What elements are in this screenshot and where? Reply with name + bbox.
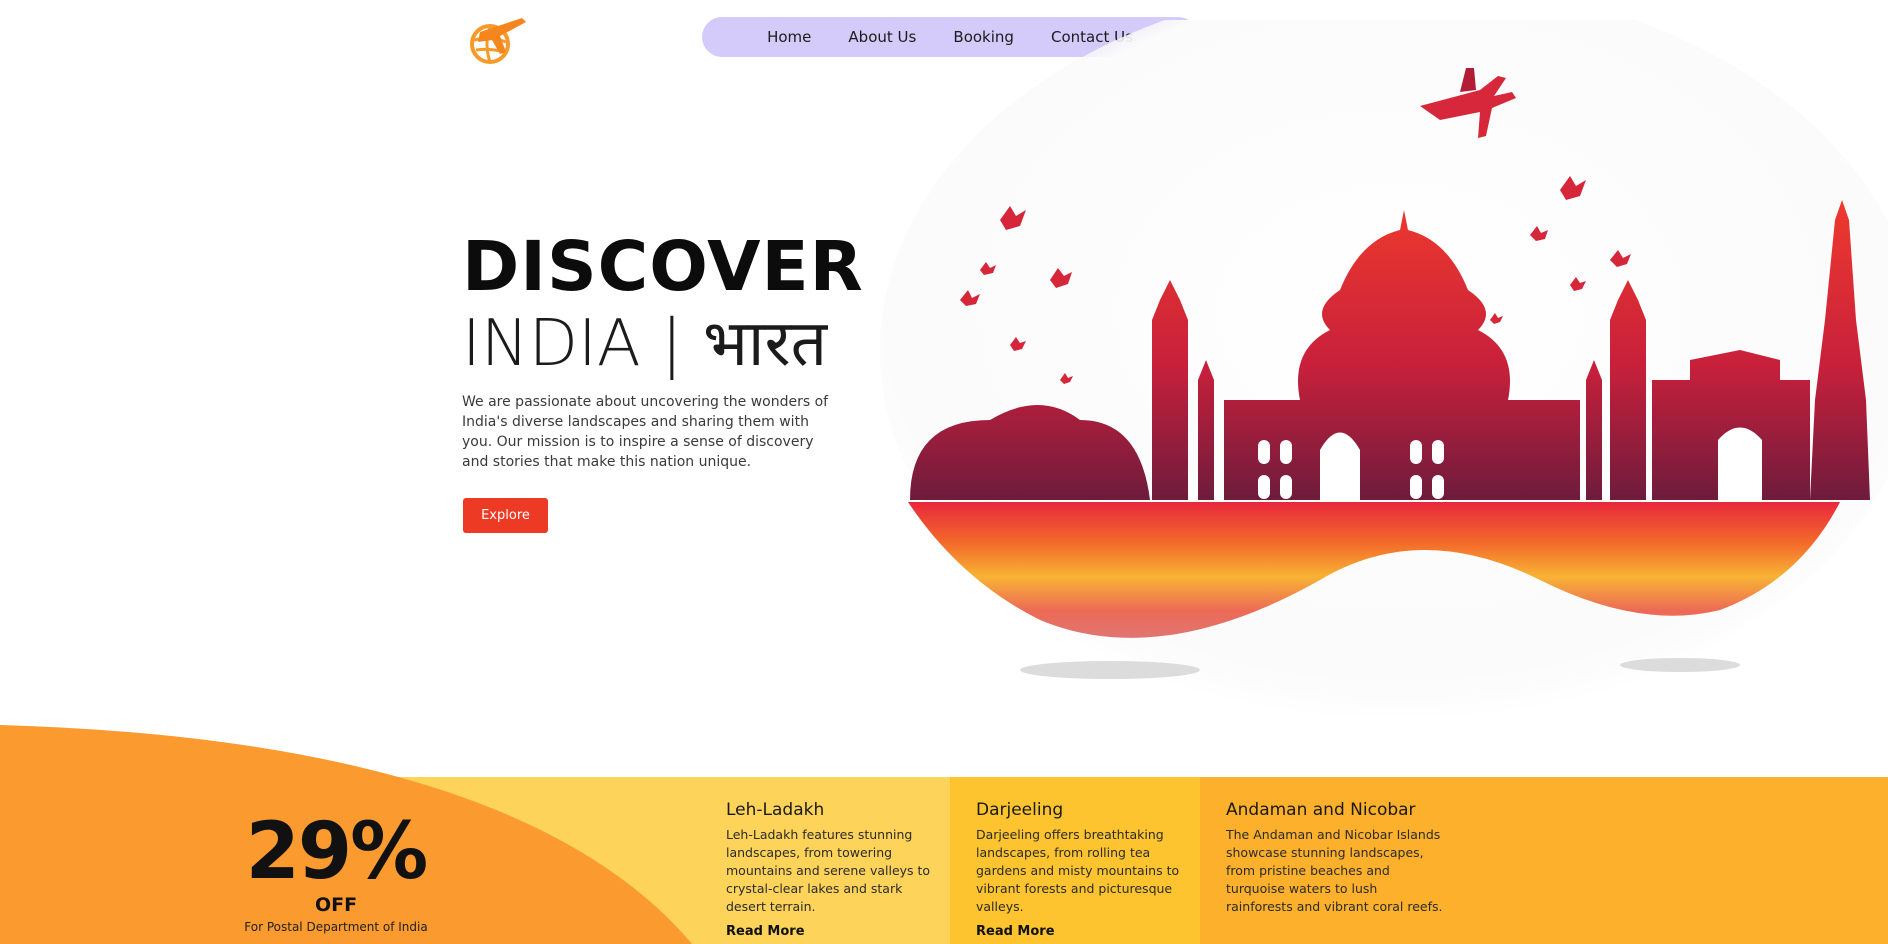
explore-button[interactable]: Explore [463, 498, 548, 533]
destination-description: Leh-Ladakh features stunning landscapes,… [726, 827, 931, 914]
hero-title-line1: DISCOVER [462, 227, 864, 307]
destination-description: Darjeeling offers breathtaking landscape… [976, 827, 1180, 914]
read-more-link[interactable]: Read More [976, 924, 1196, 939]
hero-title-line2: INDIA | भारत [462, 307, 828, 381]
destination-title: Leh-Ladakh [726, 800, 825, 820]
hero-description: We are passionate about uncovering the w… [462, 394, 829, 470]
read-more-link[interactable]: Read More [726, 924, 946, 939]
discount-note: For Postal Department of India [244, 920, 428, 934]
hero-title: DISCOVER INDIA | भारत [462, 230, 864, 384]
destination-card-leh-ladakh: Leh-Ladakh Leh-Ladakh features stunning … [726, 800, 946, 939]
destination-card-andaman-nicobar: Andaman and Nicobar The Andaman and Nico… [1226, 800, 1446, 916]
nav-home[interactable]: Home [767, 28, 811, 46]
india-monuments-illustration [880, 20, 1888, 720]
destination-description: The Andaman and Nicobar Islands showcase… [1226, 827, 1443, 914]
discount-block: 29% OFF For Postal Department of India [220, 810, 452, 934]
discount-percent: 29% [245, 807, 429, 897]
destination-title: Andaman and Nicobar [1226, 800, 1416, 820]
discount-off-label: OFF [314, 894, 358, 916]
plane-globe-logo-icon[interactable] [460, 8, 530, 66]
destination-title: Darjeeling [976, 800, 1064, 820]
destination-card-darjeeling: Darjeeling Darjeeling offers breathtakin… [976, 800, 1196, 939]
